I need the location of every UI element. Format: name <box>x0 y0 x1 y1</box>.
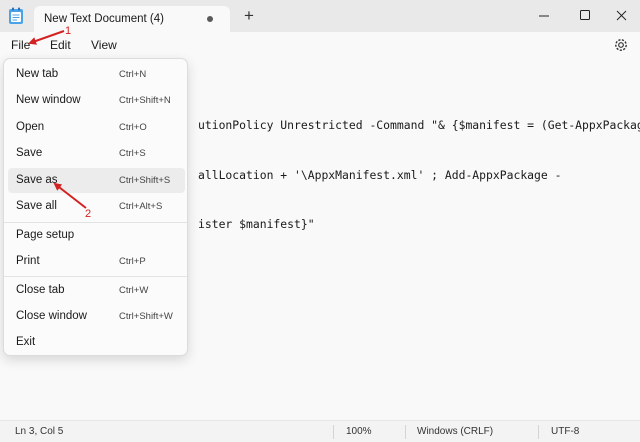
menu-item-exit[interactable]: Exit <box>8 330 185 355</box>
document-tab[interactable]: New Text Document (4) <box>34 6 230 32</box>
new-tab-button[interactable]: + <box>240 6 258 26</box>
annotation-step-2: 2 <box>85 208 92 220</box>
minimize-icon[interactable] <box>525 0 563 32</box>
title-bar: New Text Document (4) + <box>0 0 640 32</box>
menu-item-print[interactable]: Print Ctrl+P <box>8 249 185 274</box>
gear-icon[interactable] <box>612 36 630 54</box>
menu-view[interactable]: View <box>91 38 117 52</box>
tab-title: New Text Document (4) <box>44 13 164 25</box>
menu-item-shortcut: Ctrl+Shift+W <box>119 311 173 322</box>
notepad-icon <box>9 7 23 24</box>
status-divider <box>405 425 406 439</box>
menu-item-label: New tab <box>16 68 59 80</box>
menu-item-label: Print <box>16 255 40 267</box>
status-divider <box>333 425 334 439</box>
menu-item-close-tab[interactable]: Close tab Ctrl+W <box>8 278 185 303</box>
status-divider <box>538 425 539 439</box>
menu-edit[interactable]: Edit <box>50 38 71 52</box>
cursor-position: Ln 3, Col 5 <box>15 426 64 437</box>
tab-close-dot[interactable] <box>207 16 213 22</box>
zoom-level[interactable]: 100% <box>346 426 372 437</box>
encoding[interactable]: UTF-8 <box>551 426 579 437</box>
status-bar: Ln 3, Col 5 100% Windows (CRLF) UTF-8 <box>0 420 640 442</box>
menu-item-shortcut: Ctrl+S <box>119 148 146 159</box>
menu-item-label: Save <box>16 147 43 159</box>
editor-line: ister $manifest}" <box>198 217 315 231</box>
menu-item-shortcut: Ctrl+Shift+N <box>119 95 171 106</box>
menu-item-open[interactable]: Open Ctrl+O <box>8 115 185 140</box>
menu-item-save-as[interactable]: Save as Ctrl+Shift+S <box>8 168 185 193</box>
editor-line: utionPolicy Unrestricted -Command "& {$m… <box>198 118 640 132</box>
menu-bar: File Edit View <box>0 32 640 58</box>
menu-item-shortcut: Ctrl+N <box>119 69 147 80</box>
close-icon[interactable] <box>602 0 640 32</box>
line-ending[interactable]: Windows (CRLF) <box>417 426 493 437</box>
menu-item-label: Open <box>16 121 45 133</box>
menu-item-label: Exit <box>16 336 36 348</box>
menu-item-save-all[interactable]: Save all Ctrl+Alt+S <box>8 194 185 219</box>
menu-file[interactable]: File <box>11 38 30 52</box>
menu-item-shortcut: Ctrl+W <box>119 285 149 296</box>
menu-item-shortcut: Ctrl+P <box>119 256 146 267</box>
menu-item-new-tab[interactable]: New tab Ctrl+N <box>8 62 185 87</box>
menu-item-shortcut: Ctrl+O <box>119 122 147 133</box>
menu-item-label: Close window <box>16 310 87 322</box>
menu-item-shortcut: Ctrl+Shift+S <box>119 175 171 186</box>
menu-item-save[interactable]: Save Ctrl+S <box>8 141 185 166</box>
menu-item-label: Page setup <box>16 229 75 241</box>
annotation-step-1: 1 <box>65 25 72 37</box>
file-menu-dropdown: New tab Ctrl+N New window Ctrl+Shift+N O… <box>3 58 188 356</box>
menu-item-shortcut: Ctrl+Alt+S <box>119 201 163 212</box>
menu-item-close-window[interactable]: Close window Ctrl+Shift+W <box>8 304 185 329</box>
editor-line: allLocation + '\AppxManifest.xml' ; Add-… <box>198 167 562 182</box>
menu-item-label: Save all <box>16 200 57 212</box>
menu-separator <box>4 276 187 277</box>
menu-item-label: New window <box>16 94 81 106</box>
menu-item-label: Close tab <box>16 284 65 296</box>
menu-item-new-window[interactable]: New window Ctrl+Shift+N <box>8 88 185 113</box>
menu-item-label: Save as <box>16 174 58 186</box>
menu-item-page-setup[interactable]: Page setup <box>8 223 185 248</box>
editor-text: utionPolicy Unrestricted -Command "& {$m… <box>198 84 640 266</box>
maximize-icon[interactable] <box>566 0 604 32</box>
